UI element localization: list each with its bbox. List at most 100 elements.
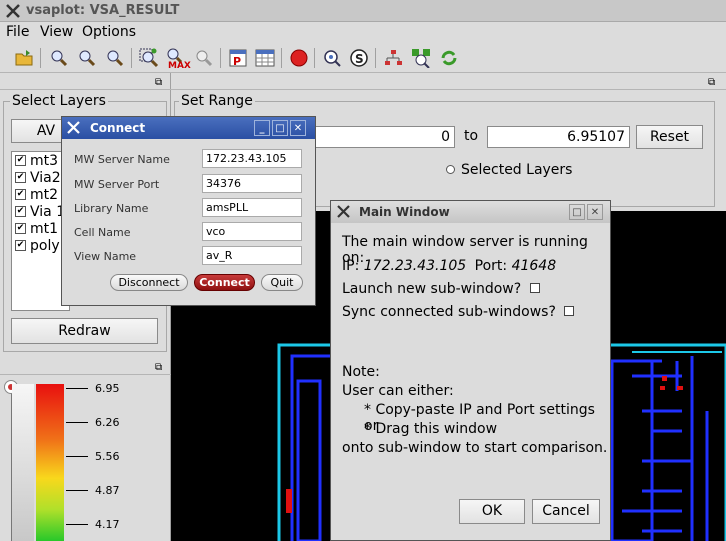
zoom-area-icon[interactable] xyxy=(138,47,160,69)
svg-text:S: S xyxy=(355,52,364,66)
color-scale-panel: ⧉ 6.95 6.26 5.56 4.87 4.17 xyxy=(0,358,171,541)
layer-item-via2[interactable]: ✔ Via2 xyxy=(15,169,61,186)
layer-label: mt3 xyxy=(30,152,59,169)
ip-label: IP: xyxy=(342,258,360,274)
reset-button[interactable]: Reset xyxy=(636,125,703,149)
layer-label: mt2 xyxy=(30,186,59,203)
x-logo-icon xyxy=(6,4,20,18)
view-name-input[interactable]: av_R xyxy=(202,246,302,265)
minimize-icon[interactable]: _ xyxy=(254,120,270,136)
zoom-max-icon[interactable]: MAX xyxy=(165,47,191,69)
layer-item-poly[interactable]: ✔ poly xyxy=(15,237,60,254)
note-line: User can either: xyxy=(342,383,454,399)
checkbox-icon[interactable]: ✔ xyxy=(15,189,26,200)
x-logo-icon xyxy=(337,205,350,218)
close-icon[interactable]: ✕ xyxy=(587,204,603,220)
connect-dialog-title: Connect xyxy=(90,121,146,135)
connect-icon[interactable] xyxy=(410,47,432,69)
layer-item-mt3[interactable]: ✔ mt3 xyxy=(15,152,58,169)
dock-float-icon[interactable]: ⧉ xyxy=(155,77,162,88)
field-label: View Name xyxy=(74,250,137,263)
library-name-input[interactable]: amsPLL xyxy=(202,198,302,217)
range-from-input[interactable]: 0 xyxy=(311,126,455,148)
range-to-input[interactable]: 6.95107 xyxy=(487,126,630,148)
port-value: 41648 xyxy=(511,258,557,274)
zoom-max-label: MAX xyxy=(168,61,191,69)
server-name-input[interactable]: 172.23.43.105 xyxy=(202,149,302,168)
menubar: File View Options xyxy=(0,22,726,43)
maximize-icon[interactable]: □ xyxy=(569,204,585,220)
window-title: vsaplot: VSA_RESULT xyxy=(26,3,180,18)
close-icon[interactable]: ✕ xyxy=(290,120,306,136)
quit-button[interactable]: Quit xyxy=(261,274,303,291)
checkbox-icon[interactable]: ✔ xyxy=(15,206,26,217)
maximize-icon[interactable]: □ xyxy=(272,120,288,136)
cancel-button[interactable]: Cancel xyxy=(532,499,600,524)
menu-options[interactable]: Options xyxy=(82,24,136,40)
connect-button[interactable]: Connect xyxy=(194,274,255,291)
disconnect-button[interactable]: Disconnect xyxy=(110,274,188,291)
zoom-in-icon[interactable] xyxy=(48,47,70,69)
select-layers-title: Select Layers xyxy=(10,93,108,109)
scale-tick-label: 4.17 xyxy=(95,518,120,531)
scale-tick-label: 4.87 xyxy=(95,484,120,497)
menu-file[interactable]: File xyxy=(6,24,29,40)
x-logo-icon xyxy=(67,121,80,134)
main-window-titlebar[interactable]: Main Window □ ✕ xyxy=(331,201,610,223)
scale-tick-label: 6.26 xyxy=(95,416,120,429)
sync-label: Sync connected sub-windows? xyxy=(342,304,556,320)
field-label: Library Name xyxy=(74,202,149,215)
field-label: MW Server Name xyxy=(74,153,170,166)
toolbar: MAX P S xyxy=(0,43,726,73)
dock-float-icon[interactable]: ⧉ xyxy=(155,362,162,373)
layer-label: poly xyxy=(30,237,60,254)
note-line: * Drag this window xyxy=(364,421,498,437)
field-label: Cell Name xyxy=(74,226,131,239)
zoom-out-icon[interactable] xyxy=(76,47,98,69)
note-line: onto sub-window to start comparison. xyxy=(342,440,608,456)
layer-item-mt2[interactable]: ✔ mt2 xyxy=(15,186,58,203)
launch-option: Launch new sub-window? xyxy=(342,281,540,297)
dock-float-icon[interactable]: ⧉ xyxy=(708,77,715,88)
note-title: Note: xyxy=(342,364,380,380)
port-label: Port: xyxy=(474,258,508,274)
window-titlebar: vsaplot: VSA_RESULT xyxy=(0,0,726,22)
select-icon[interactable]: S xyxy=(348,47,370,69)
connect-dialog-titlebar[interactable]: Connect _ □ ✕ xyxy=(62,117,315,139)
layer-label: mt1 xyxy=(30,220,59,237)
checkbox-icon[interactable]: ✔ xyxy=(15,240,26,251)
find-icon[interactable] xyxy=(321,47,343,69)
sync-checkbox[interactable] xyxy=(564,306,575,316)
checkbox-icon[interactable]: ✔ xyxy=(15,223,26,234)
connect-dialog: Connect _ □ ✕ MW Server Name 172.23.43.1… xyxy=(61,116,316,306)
server-port-input[interactable]: 34376 xyxy=(202,174,302,193)
layer-item-mt1[interactable]: ✔ mt1 xyxy=(15,220,58,237)
menu-view[interactable]: View xyxy=(40,24,73,40)
set-range-title: Set Range xyxy=(179,93,255,109)
table-icon[interactable] xyxy=(254,47,276,69)
zoom-prev-icon[interactable] xyxy=(193,47,215,69)
refresh-icon[interactable] xyxy=(438,47,460,69)
redraw-button[interactable]: Redraw xyxy=(11,318,158,344)
cell-name-input[interactable]: vco xyxy=(202,222,302,241)
open-icon[interactable] xyxy=(13,47,35,69)
selected-layers-label: Selected Layers xyxy=(461,162,573,178)
color-gradient-bar xyxy=(36,384,64,541)
checkbox-icon[interactable]: ✔ xyxy=(15,172,26,183)
layer-item-via1[interactable]: ✔ Via 1 xyxy=(15,203,65,220)
hierarchy-icon[interactable] xyxy=(382,47,404,69)
ok-button[interactable]: OK xyxy=(459,499,525,524)
stop-icon[interactable] xyxy=(288,47,310,69)
checkbox-icon[interactable]: ✔ xyxy=(15,155,26,166)
svg-text:P: P xyxy=(233,55,241,68)
ip-value: 172.23.43.105 xyxy=(363,258,467,274)
selected-layers-radio[interactable] xyxy=(446,165,455,174)
field-label: MW Server Port xyxy=(74,178,160,191)
main-window-title: Main Window xyxy=(359,205,450,219)
scale-tick-label: 5.56 xyxy=(95,450,120,463)
to-label: to xyxy=(464,128,479,144)
launch-checkbox[interactable] xyxy=(529,283,540,293)
print-icon[interactable]: P xyxy=(227,47,249,69)
launch-label: Launch new sub-window? xyxy=(342,281,522,297)
zoom-fit-icon[interactable] xyxy=(104,47,126,69)
